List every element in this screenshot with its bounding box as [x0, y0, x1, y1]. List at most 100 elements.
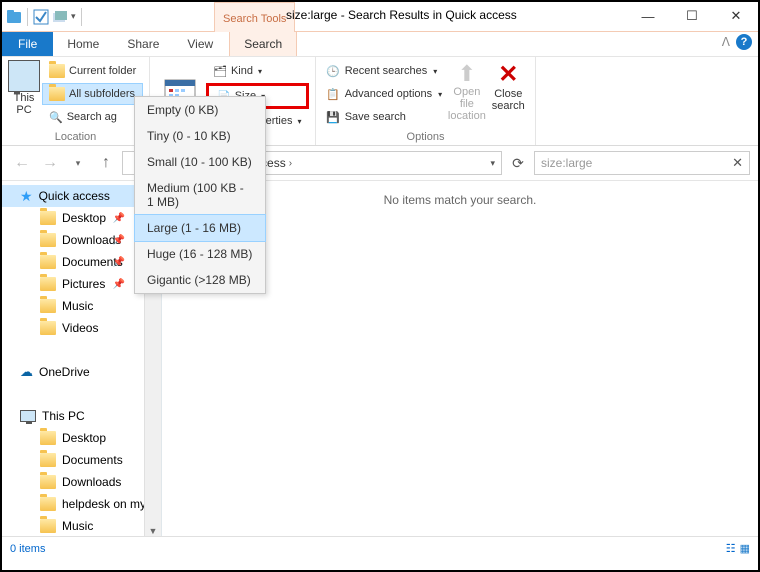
ribbon: This PC Current folder All subfolders 🔍S… [2, 56, 758, 146]
tree-item-label: Desktop [62, 211, 106, 225]
tree-item-label: helpdesk on myv [62, 497, 152, 511]
title-bar: ▾ Search Tools size:large - Search Resul… [2, 2, 758, 32]
folder-icon [40, 497, 56, 511]
tree-item[interactable]: ☁OneDrive [2, 361, 161, 383]
up-button[interactable]: ↑ [94, 151, 118, 175]
size-menu-item[interactable]: Empty (0 KB) [135, 97, 265, 123]
forward-button[interactable]: → [38, 151, 62, 175]
cloud-icon: ☁ [20, 364, 33, 380]
qat-dropdown-icon[interactable]: ▾ [71, 11, 76, 22]
no-results-message: No items match your search. [384, 193, 537, 536]
details-view-icon[interactable]: ☷ [726, 542, 736, 555]
size-menu-item[interactable]: Tiny (0 - 10 KB) [135, 123, 265, 149]
view-tab[interactable]: View [173, 32, 227, 56]
icons-view-icon[interactable]: ▦ [740, 542, 750, 555]
this-pc-icon [8, 60, 40, 92]
back-button[interactable]: ← [10, 151, 34, 175]
clear-search-icon[interactable]: ✕ [732, 155, 743, 171]
home-tab[interactable]: Home [53, 32, 113, 56]
file-tab[interactable]: File [2, 32, 53, 56]
tree-item[interactable]: helpdesk on myv [2, 493, 161, 515]
folder-icon [40, 431, 56, 445]
window-controls: — ☐ ✕ [626, 2, 758, 30]
help-icon[interactable]: ? [736, 34, 752, 50]
search-again-button[interactable]: 🔍Search ag [42, 106, 143, 128]
navigation-bar: ← → ▾ ↑ › access › ▾ ⟳ ✕ [2, 146, 758, 180]
history-dropdown[interactable]: ▾ [66, 151, 90, 175]
tree-item[interactable]: Documents [2, 449, 161, 471]
kind-button[interactable]: 🗂Kind▾ [206, 60, 309, 82]
recent-icon: 🕒 [326, 65, 340, 78]
tree-item[interactable]: Downloads [2, 471, 161, 493]
folder-icon [40, 211, 56, 225]
folder-icon [49, 64, 65, 78]
monitor-icon [20, 410, 36, 422]
tree-item[interactable]: Desktop [2, 427, 161, 449]
tree-item[interactable]: This PC [2, 405, 161, 427]
size-menu-item[interactable]: Huge (16 - 128 MB) [135, 241, 265, 267]
options-group-label: Options [322, 131, 529, 145]
content-area: ★ Quick access Desktop 📌 Downloads 📌 Documents… [2, 180, 758, 536]
address-dropdown-icon[interactable]: ▾ [490, 158, 495, 169]
location-group: This PC Current folder All subfolders 🔍S… [2, 57, 150, 145]
qat-separator-2 [81, 8, 82, 26]
close-x-icon: ✕ [498, 62, 518, 88]
size-menu-item[interactable]: Gigantic (>128 MB) [135, 267, 265, 293]
advanced-icon: 📋 [326, 88, 340, 101]
size-menu-item[interactable]: Medium (100 KB - 1 MB) [135, 175, 265, 215]
minimize-button[interactable]: — [626, 2, 670, 30]
search-input[interactable] [541, 156, 743, 170]
tree-item[interactable]: Music [2, 515, 161, 536]
pin-icon: 📌 [113, 257, 125, 268]
folder-icon [40, 299, 56, 313]
ribbon-tabs: File Home Share View Search ᐱ ? [2, 32, 758, 56]
tree-item-label: Downloads [62, 475, 121, 489]
tree-item-label: Music [62, 299, 93, 313]
open-file-location-button: ⬆ Open file location [446, 60, 487, 128]
breadcrumb-chevron-2[interactable]: › [289, 158, 292, 169]
tree-item-label: Desktop [62, 431, 106, 445]
qat-separator [27, 8, 28, 26]
star-icon: ★ [20, 188, 33, 205]
advanced-options-button[interactable]: 📋Advanced options▾ [322, 83, 446, 105]
this-pc-button[interactable]: This PC [8, 60, 40, 128]
tree-item-label [26, 343, 29, 357]
tree-item[interactable]: Videos [2, 317, 161, 339]
size-menu-item[interactable]: Small (10 - 100 KB) [135, 149, 265, 175]
checkbox-icon[interactable] [33, 9, 49, 25]
location-group-label: Location [8, 131, 143, 145]
maximize-button[interactable]: ☐ [670, 2, 714, 30]
collapse-ribbon-icon[interactable]: ᐱ [722, 35, 730, 49]
tree-item-label: Pictures [62, 277, 105, 291]
close-search-button[interactable]: ✕ Close search [488, 60, 529, 128]
search-tab[interactable]: Search [229, 31, 297, 56]
folder-icon [40, 255, 56, 269]
tree-item[interactable] [2, 339, 161, 361]
status-bar: 0 items ☷ ▦ [2, 536, 758, 560]
all-subfolders-button[interactable]: All subfolders [42, 83, 143, 105]
folder-icon [40, 475, 56, 489]
search-box[interactable]: ✕ [534, 151, 750, 175]
save-search-button[interactable]: 💾Save search [322, 106, 446, 128]
size-menu-item[interactable]: Large (1 - 16 MB) [135, 215, 265, 241]
kind-icon: 🗂 [213, 65, 227, 78]
search-icon: 🔍 [49, 111, 63, 124]
recent-searches-button[interactable]: 🕒Recent searches▾ [322, 60, 446, 82]
close-window-button[interactable]: ✕ [714, 2, 758, 30]
pin-icon: 📌 [113, 213, 125, 224]
tree-item-label: Quick access [39, 189, 110, 203]
tree-item-label: Documents [62, 453, 123, 467]
current-folder-button[interactable]: Current folder [42, 60, 143, 82]
tree-item-label [26, 387, 29, 401]
tree-item[interactable] [2, 383, 161, 405]
save-icon: 💾 [326, 111, 340, 124]
folder-stack-icon[interactable] [52, 9, 68, 25]
open-location-icon: ⬆ [458, 62, 476, 86]
tree-item[interactable]: Music [2, 295, 161, 317]
share-tab[interactable]: Share [113, 32, 173, 56]
folder-icon [40, 277, 56, 291]
subfolders-icon [49, 87, 65, 101]
tree-item-label: Music [62, 519, 93, 533]
refresh-button[interactable]: ⟳ [506, 151, 530, 175]
folder-icon [40, 519, 56, 533]
